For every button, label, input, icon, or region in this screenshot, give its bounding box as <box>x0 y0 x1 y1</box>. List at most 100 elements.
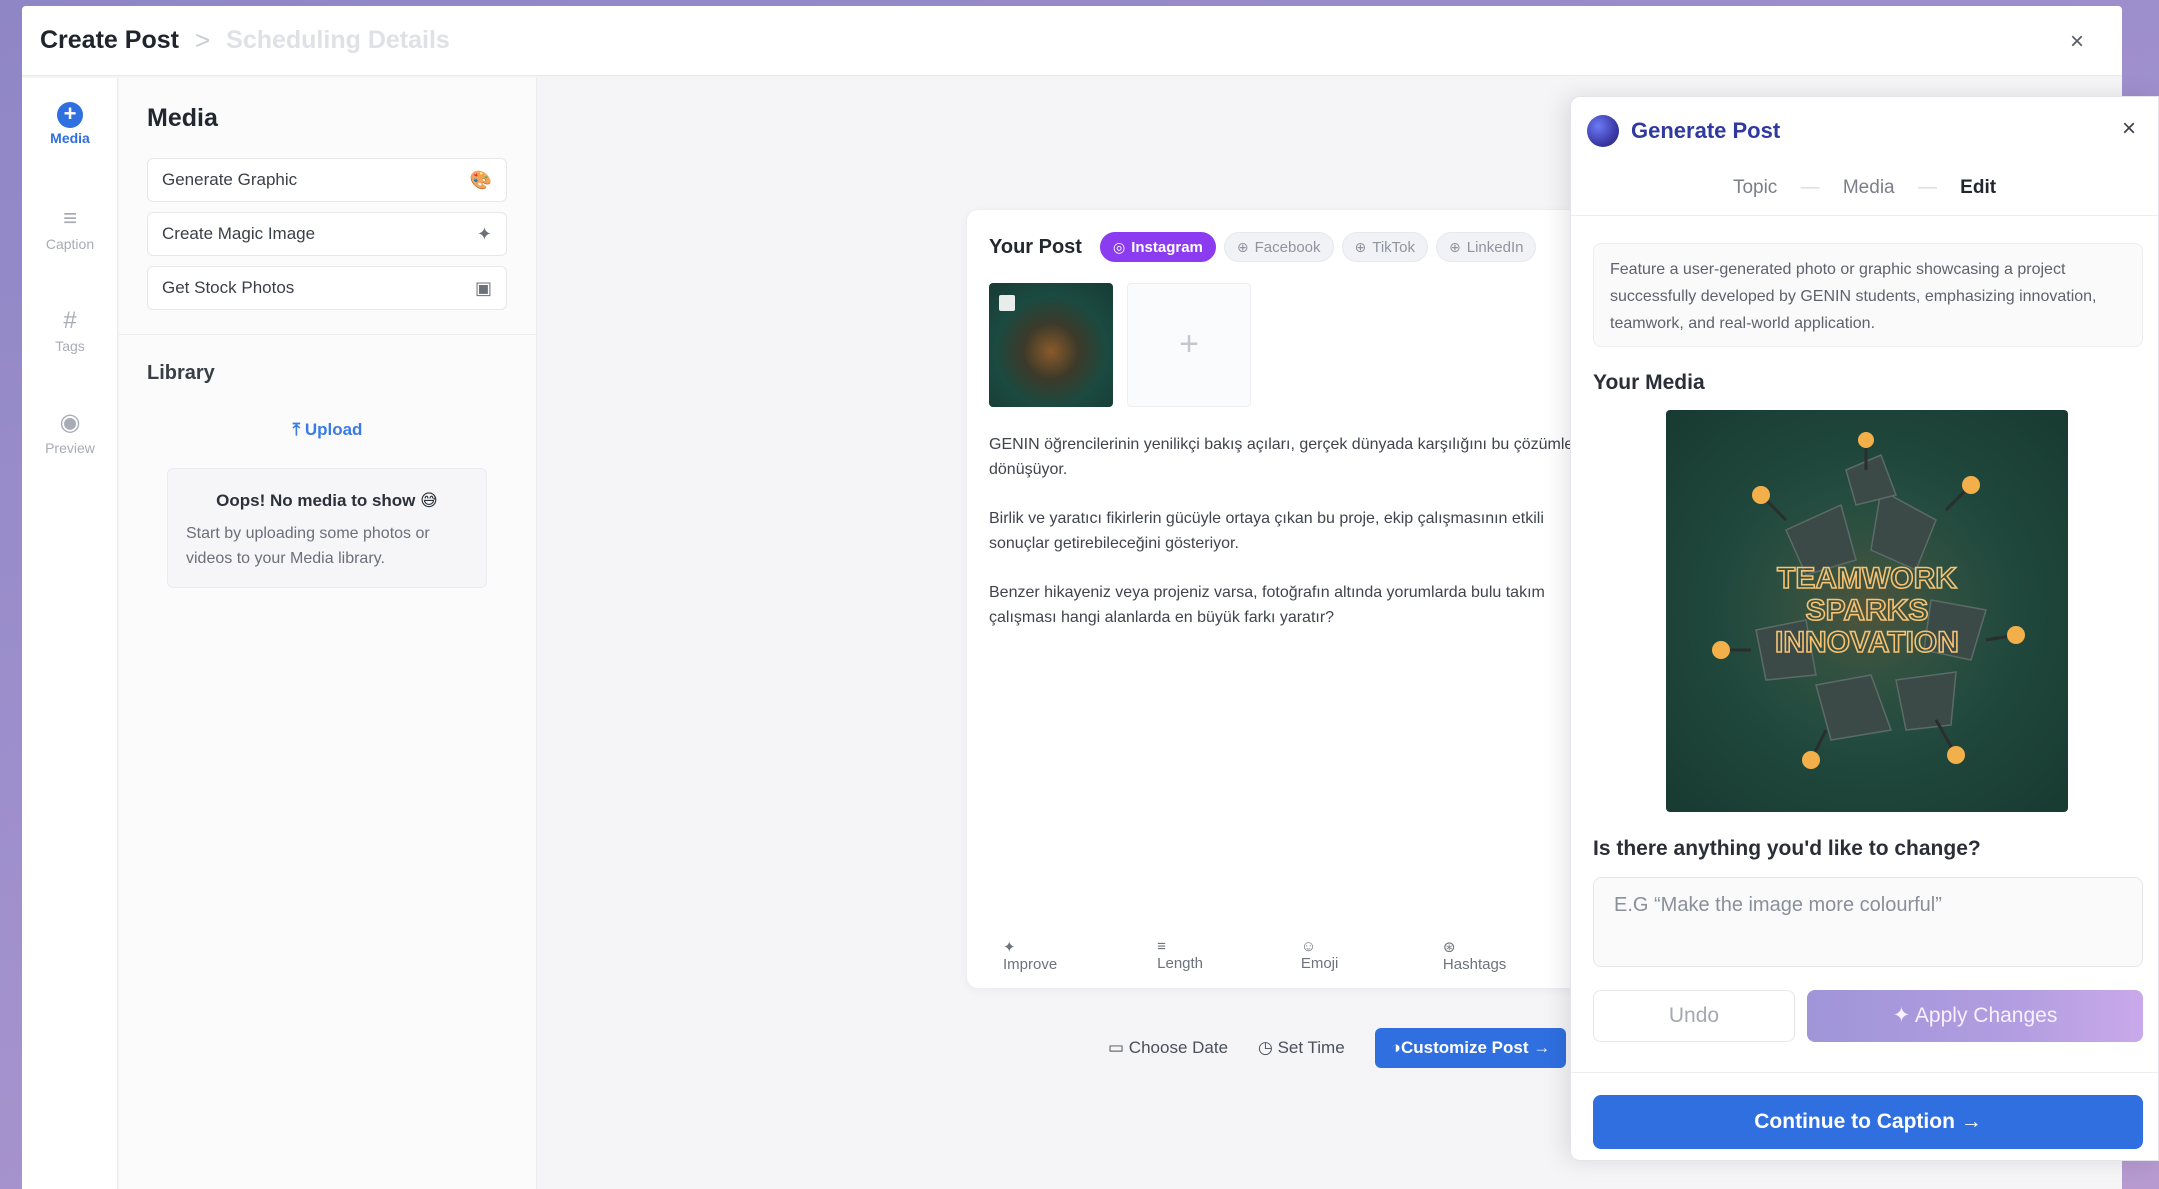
upload-button[interactable]: ⤒ Upload <box>119 420 536 440</box>
change-request-input[interactable] <box>1593 877 2143 967</box>
create-magic-image-label: Create Magic Image <box>162 224 316 243</box>
sparkle-icon: ✦ <box>1003 939 1016 956</box>
calendar-icon: ▭ <box>1108 1038 1129 1057</box>
generate-post-panel: Generate Post × Topic — Media — Edit Fea… <box>1570 96 2159 1161</box>
length-button[interactable]: ≡ Length <box>1157 938 1267 973</box>
side-rail: + Media ≡ Caption # Tags ◉ Preview <box>22 78 118 1189</box>
rail-item-media[interactable]: + Media <box>22 100 118 147</box>
post-caption-text[interactable]: GENIN öğrencilerinin yenilikçi bakış açı… <box>989 432 1589 654</box>
tab-facebook[interactable]: ⊕ Facebook <box>1223 232 1334 262</box>
improve-label: Improve <box>1003 956 1058 973</box>
empty-media-state: Oops! No media to show 😅 Start by upload… <box>167 468 487 588</box>
change-question: Is there anything you'd like to change? <box>1593 837 1981 860</box>
get-stock-photos-button[interactable]: Get Stock Photos ▣ <box>147 266 507 310</box>
hashtag-icon: ⊛ <box>1442 939 1456 956</box>
emoji-label: Emoji <box>1300 955 1339 972</box>
rail-item-preview[interactable]: ◉ Preview <box>22 408 118 456</box>
create-magic-image-button[interactable]: Create Magic Image ✦ <box>147 212 507 256</box>
media-panel: Media Generate Graphic 🎨 Create Magic Im… <box>119 78 537 1189</box>
upload-icon: ⤒ <box>292 420 305 439</box>
empty-media-title: Oops! No media to show 😅 <box>216 491 438 510</box>
step-indicator: Topic — Media — Edit <box>1571 177 2158 199</box>
media-panel-title: Media <box>147 104 218 132</box>
image-type-icon <box>999 295 1015 311</box>
set-time-label: Set Time <box>1277 1038 1345 1057</box>
topic-summary: Feature a user-generated photo or graphi… <box>1593 243 2143 347</box>
hashtag-icon: # <box>63 307 77 334</box>
sparkle-icon: ✦ <box>476 224 492 244</box>
customize-post-button[interactable]: ◑ Customize Post → <box>1374 1028 1567 1068</box>
post-card: Your Post ◎ Instagram ⊕ Facebook ⊕ TikTo… <box>966 209 1606 989</box>
upload-label: Upload <box>304 420 363 439</box>
media-divider <box>119 334 536 335</box>
tab-facebook-label: Facebook <box>1254 238 1321 256</box>
undo-button[interactable]: Undo <box>1593 990 1795 1042</box>
rail-label-media: Media <box>50 130 90 146</box>
clock-icon: ◷ <box>1258 1038 1278 1057</box>
generated-media-artwork: TEAMWORK SPARKS INNOVATION <box>1697 432 2037 769</box>
caption-paragraph-3: Benzer hikayeniz veya projeniz varsa, fo… <box>989 584 1545 626</box>
panel-footer-divider <box>1571 1072 2158 1073</box>
palette-icon: 🎨 <box>469 170 492 190</box>
rail-item-caption[interactable]: ≡ Caption <box>22 204 118 252</box>
caption-paragraph-1: GENIN öğrencilerinin yenilikçi bakış açı… <box>989 436 1588 478</box>
breadcrumb-separator: > <box>194 25 211 55</box>
generate-post-title: Generate Post <box>1631 118 1781 143</box>
generated-media-image[interactable]: TEAMWORK SPARKS INNOVATION <box>1666 410 2068 812</box>
instagram-icon: ◎ <box>1112 238 1126 255</box>
length-icon: ≡ <box>1157 938 1166 955</box>
caption-paragraph-2: Birlik ve yaratıcı fikirlerin gücüyle or… <box>989 510 1544 552</box>
tab-tiktok-label: TikTok <box>1372 238 1416 256</box>
improve-button[interactable]: ✦ Improve <box>1003 938 1123 973</box>
rail-label-caption: Caption <box>45 236 95 252</box>
panel-divider <box>1571 215 2158 216</box>
media-text-line-1: TEAMWORK <box>1777 562 1957 595</box>
linkedin-icon: ⊕ <box>1449 238 1461 255</box>
tab-tiktok[interactable]: ⊕ TikTok <box>1341 232 1429 262</box>
breadcrumb-create-post[interactable]: Create Post <box>40 26 179 55</box>
tab-linkedin[interactable]: ⊕ LinkedIn <box>1436 232 1537 262</box>
apply-changes-label: Apply Changes <box>1914 1004 2058 1027</box>
step-divider: — <box>1800 177 1820 198</box>
set-time-button[interactable]: ◷ Set Time <box>1258 1038 1345 1058</box>
breadcrumb-scheduling-details[interactable]: Scheduling Details <box>226 26 450 55</box>
media-text-line-2: SPARKS <box>1806 594 1929 627</box>
post-media-thumbnail[interactable] <box>989 283 1113 407</box>
choose-date-label: Choose Date <box>1128 1038 1229 1057</box>
step-media[interactable]: Media <box>1843 177 1895 198</box>
post-toolbar: ✦ Improve ≡ Length ☺ Emoji ⊛ Hashtags <box>1003 938 1605 973</box>
tiktok-icon: ⊕ <box>1354 238 1367 255</box>
close-icon[interactable]: × <box>2070 28 2084 56</box>
step-topic[interactable]: Topic <box>1733 177 1777 198</box>
tab-linkedin-label: LinkedIn <box>1466 238 1524 256</box>
your-media-label: Your Media <box>1593 371 1705 394</box>
step-edit[interactable]: Edit <box>1960 177 1996 198</box>
step-divider: — <box>1917 177 1937 198</box>
generate-graphic-button[interactable]: Generate Graphic 🎨 <box>147 158 507 202</box>
emoji-icon: ☺ <box>1300 938 1317 955</box>
library-title: Library <box>147 362 215 384</box>
emoji-button[interactable]: ☺ Emoji <box>1301 938 1409 973</box>
choose-date-button[interactable]: ▭ Choose Date <box>1108 1038 1228 1058</box>
images-icon: ▣ <box>474 278 492 298</box>
eye-icon: ◉ <box>59 409 81 436</box>
facebook-icon: ⊕ <box>1236 238 1249 255</box>
sparkle-icon: ✦ <box>1892 1004 1915 1027</box>
hashtags-button[interactable]: ⊛ Hashtags <box>1443 938 1571 973</box>
generate-post-header: Generate Post <box>1587 115 1780 147</box>
top-bar: Create Post > Scheduling Details × <box>22 6 2122 76</box>
rail-item-tags[interactable]: # Tags <box>22 306 118 354</box>
post-header: Your Post ◎ Instagram ⊕ Facebook ⊕ TikTo… <box>989 232 1544 262</box>
continue-to-caption-button[interactable]: Continue to Caption → <box>1593 1095 2143 1149</box>
empty-media-text: Start by uploading some photos or videos… <box>186 525 430 567</box>
plus-circle-icon: + <box>57 102 83 128</box>
app-logo-icon <box>1587 115 1619 147</box>
caption-icon: ≡ <box>62 205 77 232</box>
media-text-line-3: INNOVATION <box>1775 626 1959 659</box>
add-media-tile[interactable]: + <box>1127 283 1251 407</box>
get-stock-photos-label: Get Stock Photos <box>162 278 295 297</box>
apply-changes-button[interactable]: ✦ Apply Changes <box>1807 990 2143 1042</box>
tab-instagram[interactable]: ◎ Instagram <box>1099 232 1216 262</box>
customize-icon: ◑ <box>1390 1038 1401 1057</box>
close-icon[interactable]: × <box>2122 115 2136 143</box>
